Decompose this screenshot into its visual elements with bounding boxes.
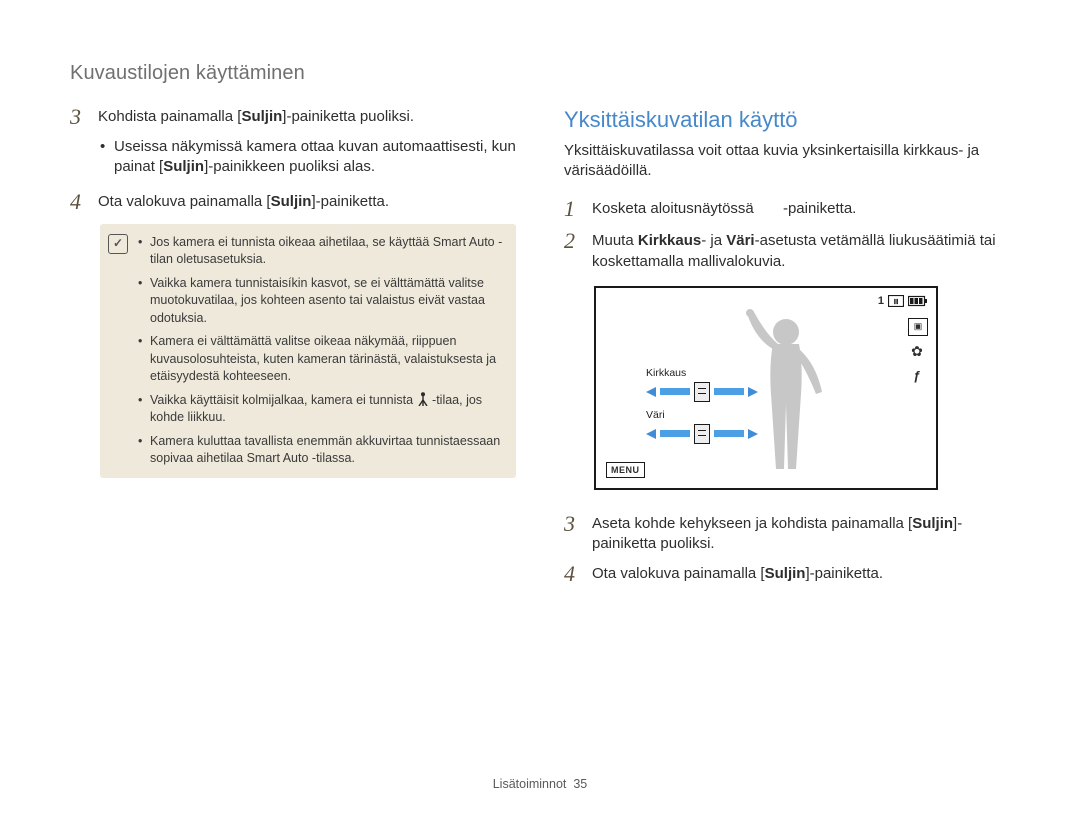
- tripod-icon: [417, 392, 429, 406]
- bold-suljin: Suljin: [271, 193, 312, 210]
- text: -painiketta.: [779, 200, 857, 217]
- flash-icon: ✿: [908, 344, 926, 360]
- bold-suljin: Suljin: [765, 565, 806, 582]
- bold-kirkkaus: Kirkkaus: [638, 232, 701, 249]
- text: Aseta kohde kehykseen ja kohdista painam…: [592, 515, 912, 532]
- text: Kosketa aloitusnäytössä: [592, 200, 758, 217]
- step-text: Kohdista painamalla [Suljin]-painiketta …: [98, 105, 414, 129]
- right-step-2: 2 Muuta Kirkkaus- ja Väri-asetusta vetäm…: [564, 229, 1010, 272]
- text: ]-painiketta.: [805, 565, 883, 582]
- left-step-3: 3 Kohdista painamalla [Suljin]-painikett…: [70, 105, 516, 129]
- arrow-right-icon: [748, 429, 758, 439]
- camera-screen-illustration: 1 Ⅲ ▣ ✿ ƒ: [594, 286, 938, 490]
- left-column: 3 Kohdista painamalla [Suljin]-painikett…: [70, 105, 516, 595]
- note-item: Kamera kuluttaa tavallista enemmän akkuv…: [138, 433, 504, 468]
- step-text: Ota valokuva painamalla [Suljin]-painike…: [592, 562, 883, 586]
- section-title: Yksittäiskuvatilan käyttö: [564, 105, 1010, 135]
- content-columns: 3 Kohdista painamalla [Suljin]-painikett…: [70, 105, 1010, 595]
- slider-track: [714, 430, 744, 437]
- breadcrumb: Kuvaustilojen käyttäminen: [70, 60, 1010, 87]
- macro-icon: ƒ: [908, 368, 926, 384]
- step-number: 4: [70, 190, 86, 214]
- text: - ja: [701, 232, 726, 249]
- step-number: 3: [564, 512, 580, 555]
- text: ]-painikkeen puoliksi alas.: [204, 158, 375, 175]
- step-text: Aseta kohde kehykseen ja kohdista painam…: [592, 512, 1010, 555]
- text: Ota valokuva painamalla [: [592, 565, 765, 582]
- step-number: 4: [564, 562, 580, 586]
- menu-button: MENU: [606, 462, 645, 478]
- battery-icon: [908, 295, 928, 307]
- bold-suljin: Suljin: [912, 515, 953, 532]
- note-callout: ✓ Jos kamera ei tunnista oikeaa aihetila…: [100, 224, 516, 478]
- step-number: 3: [70, 105, 86, 129]
- note-item: Vaikka käyttäisit kolmijalkaa, kamera ei…: [138, 392, 504, 427]
- bold-suljin: Suljin: [163, 158, 204, 175]
- page-footer: Lisätoiminnot 35: [0, 776, 1080, 793]
- slider-track: [660, 388, 690, 395]
- note-icon: ✓: [108, 234, 128, 254]
- brightness-label: Kirkkaus: [646, 366, 758, 380]
- step-number: 1: [564, 197, 580, 221]
- page: Kuvaustilojen käyttäminen 3 Kohdista pai…: [0, 0, 1080, 815]
- slider-track: [714, 388, 744, 395]
- step-text: Ota valokuva painamalla [Suljin]-painike…: [98, 190, 389, 214]
- text: Muuta: [592, 232, 638, 249]
- bold-suljin: Suljin: [241, 108, 282, 125]
- step-number: 2: [564, 229, 580, 272]
- shot-count: 1: [878, 294, 884, 309]
- footer-section: Lisätoiminnot: [493, 777, 567, 791]
- arrow-left-icon: [646, 429, 656, 439]
- status-bar: 1 Ⅲ: [878, 294, 928, 309]
- section-intro: Yksittäiskuvatilassa voit ottaa kuvia yk…: [564, 141, 1010, 182]
- left-step-4: 4 Ota valokuva painamalla [Suljin]-paini…: [70, 190, 516, 214]
- right-icon-stack: ▣ ✿ ƒ: [908, 318, 928, 384]
- color-label: Väri: [646, 408, 758, 422]
- slider-track: [660, 430, 690, 437]
- left-step3-subbullet: Useissa näkymissä kamera ottaa kuvan aut…: [100, 137, 516, 178]
- arrow-left-icon: [646, 387, 656, 397]
- step-text: Kosketa aloitusnäytössä -painiketta.: [592, 197, 856, 221]
- arrow-right-icon: [748, 387, 758, 397]
- mode-icon: ▣: [908, 318, 928, 336]
- text: ]-painiketta puoliksi.: [282, 108, 414, 125]
- color-slider: [646, 424, 758, 444]
- right-step-4: 4 Ota valokuva painamalla [Suljin]-paini…: [564, 562, 1010, 586]
- slider-handle: [694, 424, 710, 444]
- note-item: Kamera ei välttämättä valitse oikeaa näk…: [138, 333, 504, 386]
- brightness-slider: [646, 382, 758, 402]
- footer-page-number: 35: [573, 777, 587, 791]
- right-step-3: 3 Aseta kohde kehykseen ja kohdista pain…: [564, 512, 1010, 555]
- size-icon: Ⅲ: [888, 295, 904, 307]
- note-item: Jos kamera ei tunnista oikeaa aihetilaa,…: [138, 234, 504, 269]
- bold-vari: Väri: [726, 232, 754, 249]
- svg-text:Ⅲ: Ⅲ: [894, 298, 899, 306]
- text: Kohdista painamalla [: [98, 108, 241, 125]
- text: Vaikka käyttäisit kolmijalkaa, kamera ei…: [150, 393, 417, 407]
- note-list: Jos kamera ei tunnista oikeaa aihetilaa,…: [138, 234, 504, 468]
- right-column: Yksittäiskuvatilan käyttö Yksittäiskuvat…: [564, 105, 1010, 595]
- slider-labels: Kirkkaus Väri: [646, 366, 758, 444]
- right-step-1: 1 Kosketa aloitusnäytössä -painiketta.: [564, 197, 1010, 221]
- slider-handle: [694, 382, 710, 402]
- note-item: Vaikka kamera tunnistaisíkin kasvot, se …: [138, 275, 504, 328]
- text: Ota valokuva painamalla [: [98, 193, 271, 210]
- text: ]-painiketta.: [311, 193, 389, 210]
- step-text: Muuta Kirkkaus- ja Väri-asetusta vetämäl…: [592, 229, 1010, 272]
